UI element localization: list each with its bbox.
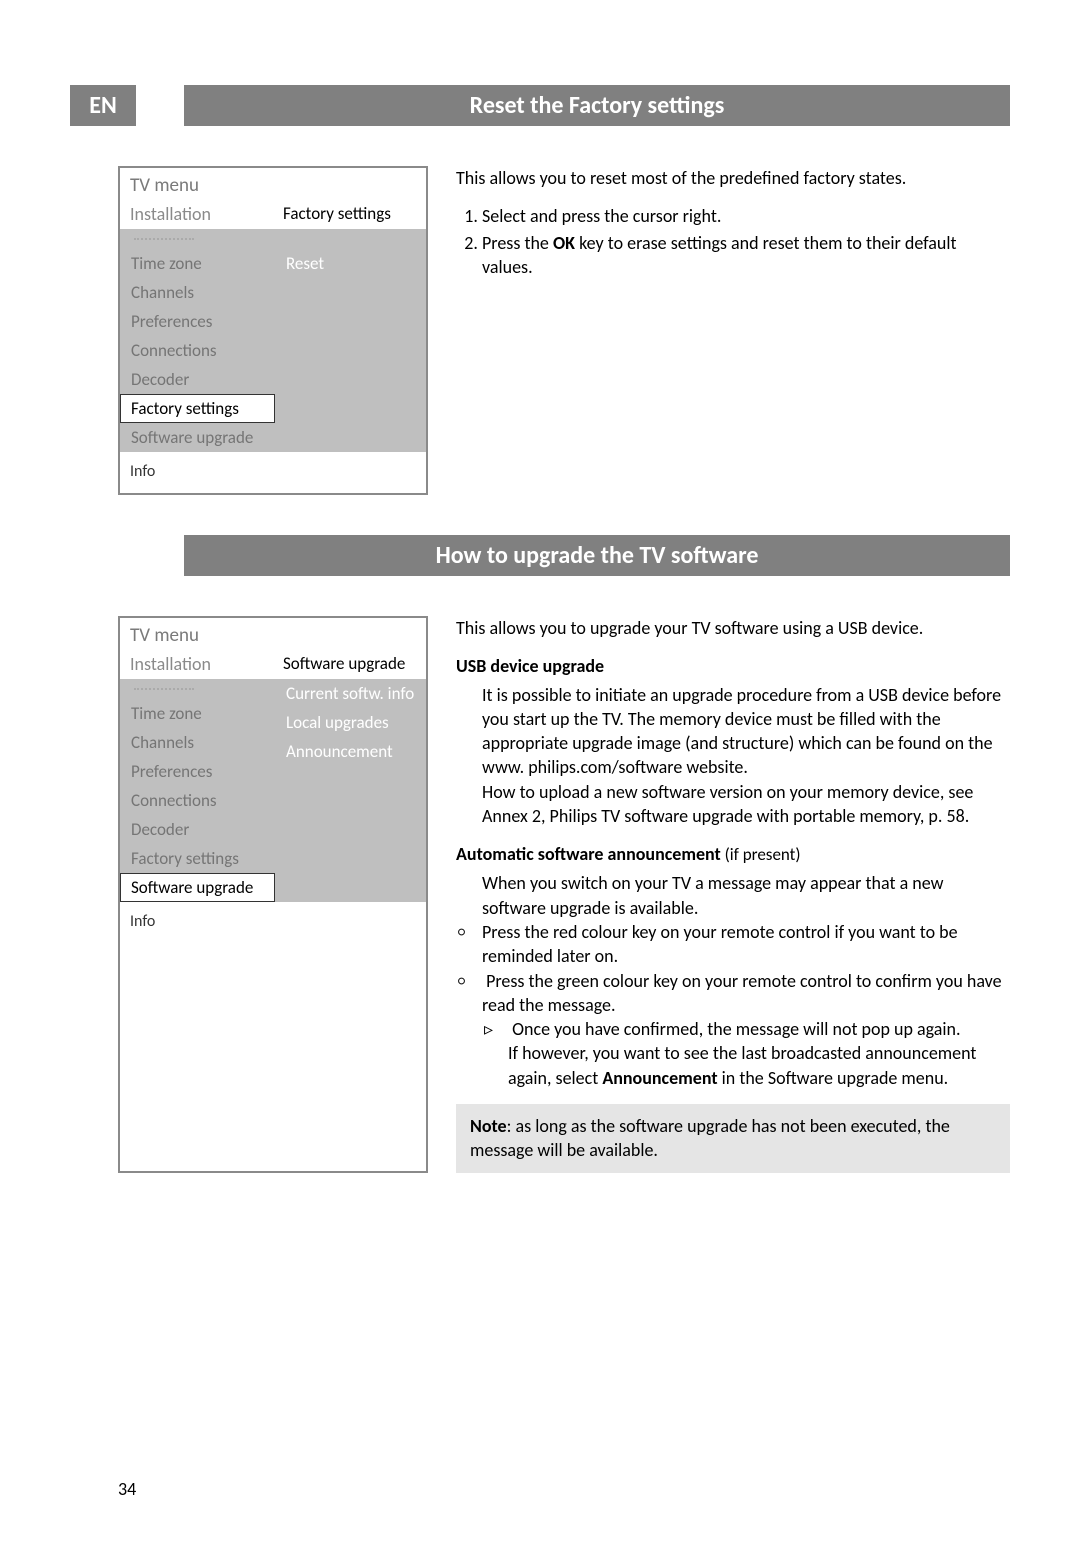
auto-announce-head: Automatic software announcement (if pres… [456, 842, 1010, 867]
section-title-upgrade: How to upgrade the TV software [184, 535, 1010, 576]
section-title-reset: Reset the Factory settings [184, 85, 1010, 126]
menu-item-factory-settings-2[interactable]: Factory settings [120, 844, 275, 873]
menu-right-announcement[interactable]: Announcement [275, 737, 426, 766]
menu-item-connections[interactable]: Connections [120, 336, 275, 365]
menu-item-channels-2[interactable]: Channels [120, 728, 275, 757]
header-row-2: How to upgrade the TV software [70, 535, 1010, 576]
menu-title-2: TV menu [120, 618, 426, 649]
auto-announce-p1: When you switch on your TV a message may… [456, 871, 1010, 920]
usb-upgrade-head: USB device upgrade [456, 654, 1010, 678]
section2-text: This allows you to upgrade your TV softw… [456, 616, 1010, 1173]
menu-left-col: Time zone Channels Preferences Connectio… [120, 229, 275, 452]
menu-sub-right-2: Software upgrade [275, 649, 426, 679]
menu-item-preferences-2[interactable]: Preferences [120, 757, 275, 786]
menu-left-col-2: Time zone Channels Preferences Connectio… [120, 679, 275, 902]
section2-content: TV menu Installation Software upgrade Ti… [118, 616, 1010, 1173]
menu-item-timezone[interactable]: Time zone [120, 249, 275, 278]
menu-right-col-2: Current softw. info Local upgrades Annou… [275, 679, 426, 902]
tv-menu-upgrade: TV menu Installation Software upgrade Ti… [118, 616, 428, 1173]
header-row-1: EN Reset the Factory settings [70, 85, 1010, 126]
reset-step-1: Select and press the cursor right. [482, 204, 1010, 228]
menu-right-current-info[interactable]: Current softw. info [275, 679, 426, 708]
auto-bullet-red: Press the red colour key on your remote … [482, 920, 1010, 969]
menu-sub-left-2: Installation [120, 649, 275, 679]
menu-item-preferences[interactable]: Preferences [120, 307, 275, 336]
section1-content: TV menu Installation Factory settings Ti… [118, 166, 1010, 495]
note-box: Note: as long as the software upgrade ha… [456, 1104, 1010, 1173]
reset-steps: Select and press the cursor right. Press… [456, 204, 1010, 279]
menu-right-local-upgrades[interactable]: Local upgrades [275, 708, 426, 737]
menu-item-channels[interactable]: Channels [120, 278, 275, 307]
upgrade-intro: This allows you to upgrade your TV softw… [456, 616, 1010, 640]
usb-upgrade-p1: It is possible to initiate an upgrade pr… [456, 683, 1010, 780]
menu-item-software-upgrade-2[interactable]: Software upgrade [120, 873, 275, 902]
page-number: 34 [118, 1478, 136, 1500]
menu-item-decoder[interactable]: Decoder [120, 365, 275, 394]
menu-sub-left: Installation [120, 199, 275, 229]
auto-announce-bullets: Press the red colour key on your remote … [456, 920, 1010, 1090]
tv-menu-factory: TV menu Installation Factory settings Ti… [118, 166, 428, 495]
reset-step-2: Press the OK key to erase settings and r… [482, 231, 1010, 280]
usb-upgrade-p2: How to upload a new software version on … [456, 780, 1010, 829]
menu-item-decoder-2[interactable]: Decoder [120, 815, 275, 844]
menu-sub-right: Factory settings [275, 199, 426, 229]
section1-text: This allows you to reset most of the pre… [456, 166, 1010, 495]
menu-item-software-upgrade[interactable]: Software upgrade [120, 423, 275, 452]
menu-item-timezone-2[interactable]: Time zone [120, 699, 275, 728]
language-badge: EN [70, 85, 136, 126]
dotted-marker-2 [134, 688, 194, 690]
auto-sub-bullet: Once you have confirmed, the message wil… [508, 1017, 1010, 1090]
menu-item-connections-2[interactable]: Connections [120, 786, 275, 815]
auto-bullet-green: Press the green colour key on your remot… [482, 969, 1010, 1090]
menu-info: Info [120, 452, 426, 493]
menu-right-col: Reset [275, 229, 426, 452]
menu-title: TV menu [120, 168, 426, 199]
reset-intro: This allows you to reset most of the pre… [456, 166, 1010, 190]
menu-info-2: Info [120, 902, 426, 943]
dotted-marker [134, 238, 194, 240]
menu-right-reset[interactable]: Reset [275, 249, 426, 278]
menu-item-factory-settings[interactable]: Factory settings [120, 394, 275, 423]
